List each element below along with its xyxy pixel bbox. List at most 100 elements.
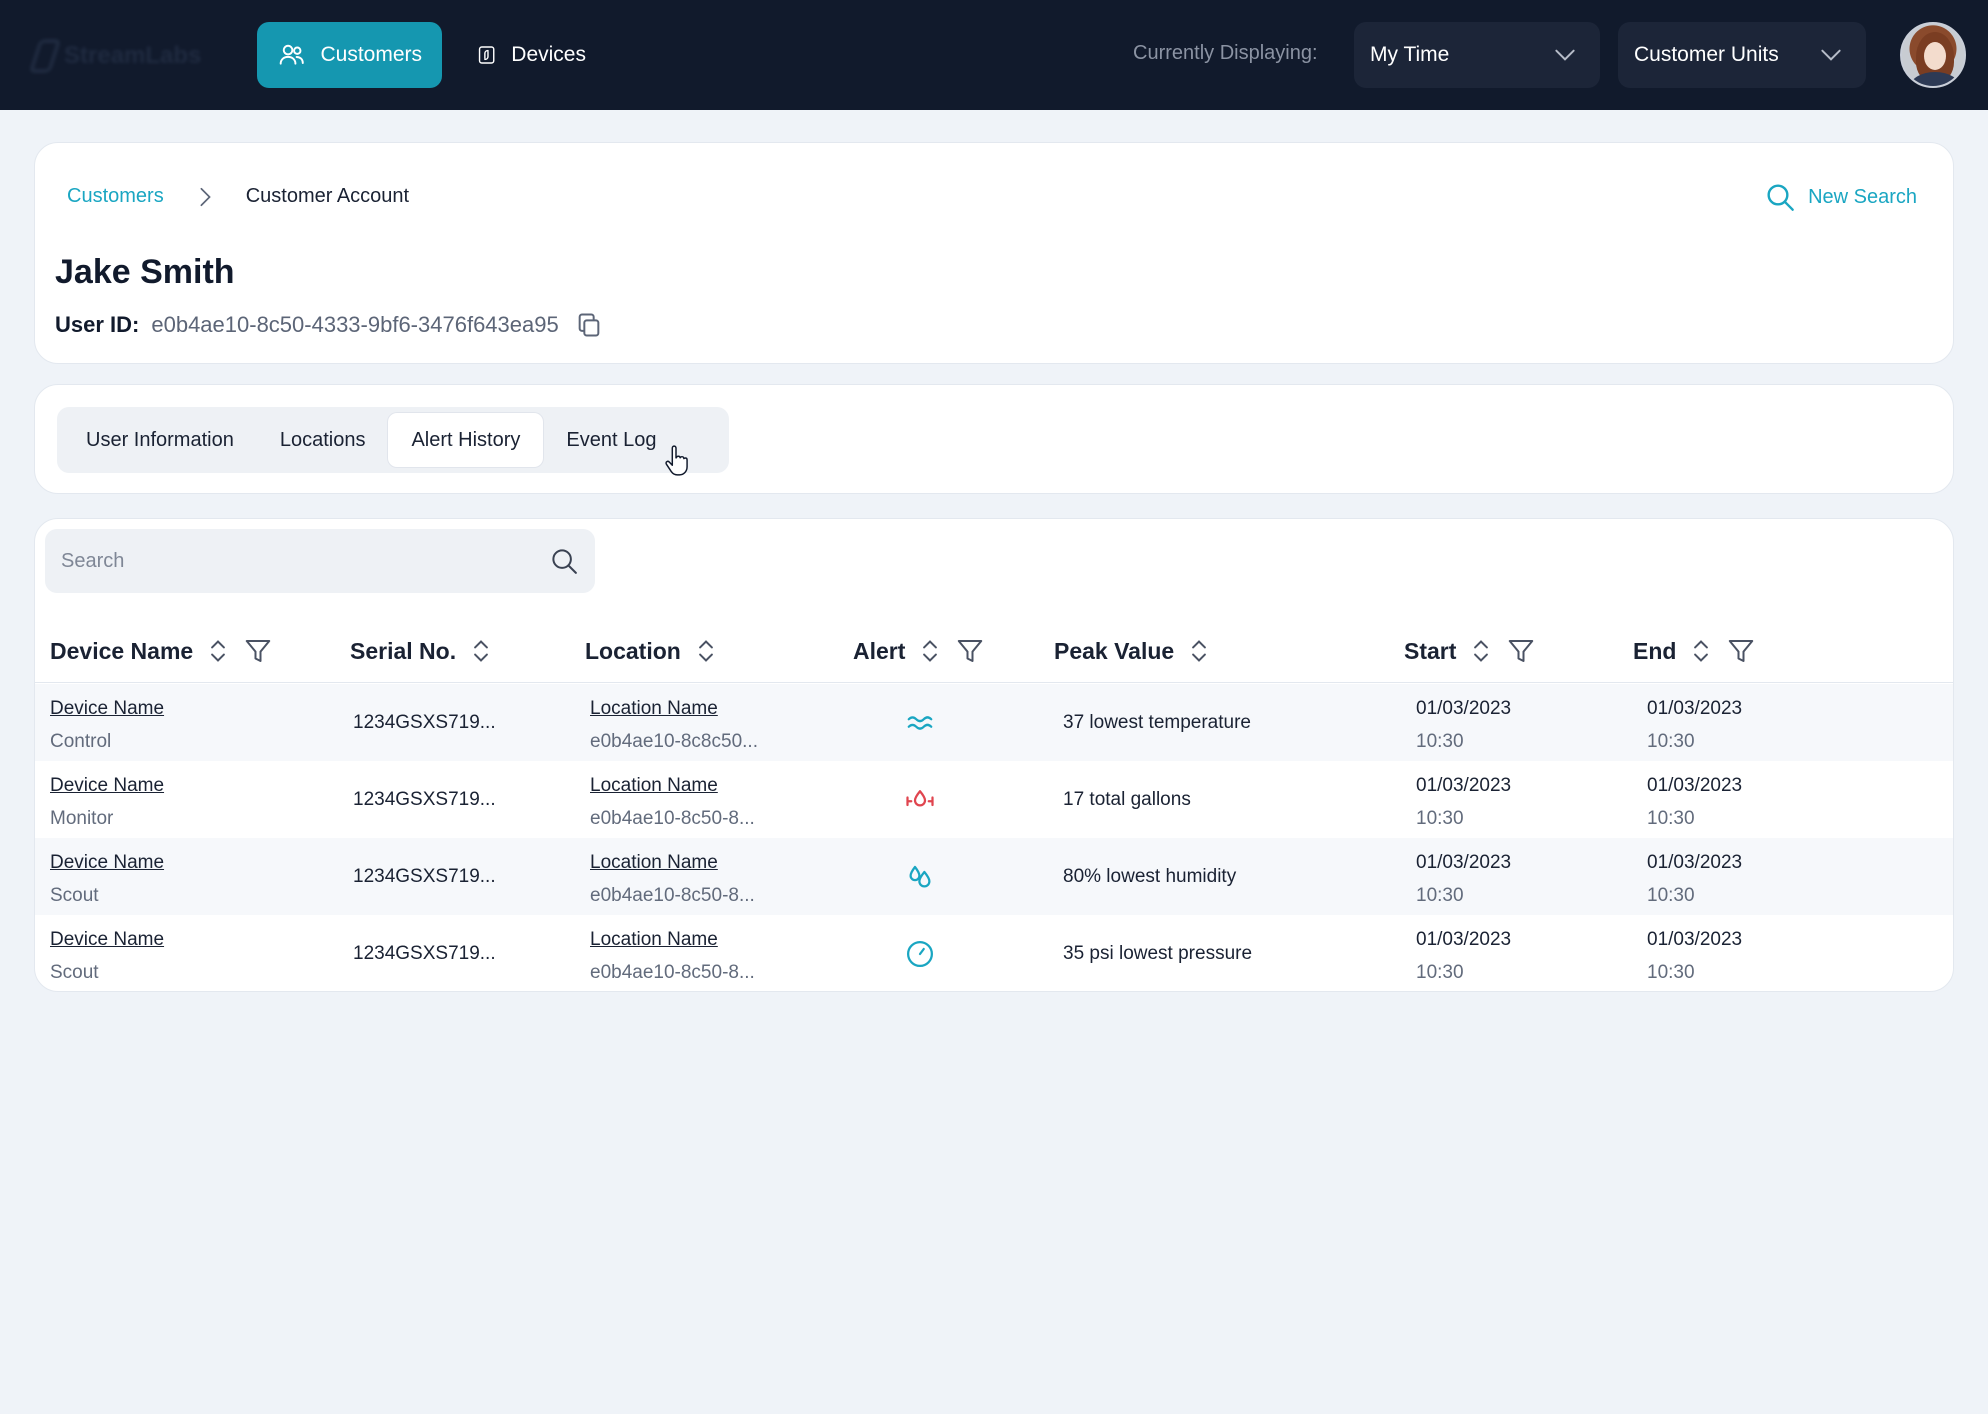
location-cell: Location Name e0b4ae10-8c50-8... bbox=[590, 769, 755, 835]
table-header-row: Device Name Serial No. Location Alert Pe… bbox=[35, 619, 1953, 683]
breadcrumb-current: Customer Account bbox=[245, 185, 410, 207]
start-date: 01/03/2023 bbox=[1416, 852, 1512, 873]
peak-value-cell: 80% lowest humidity bbox=[1063, 865, 1237, 887]
units-select-value: Customer Units bbox=[1634, 43, 1779, 66]
sort-icon[interactable] bbox=[470, 638, 492, 664]
filter-icon[interactable] bbox=[1506, 636, 1536, 666]
column-header-start: Start bbox=[1404, 619, 1536, 683]
table-row: Device Name Scout 1234GSXS719... Locatio… bbox=[35, 915, 1953, 991]
serial-cell: 1234GSXS719... bbox=[353, 865, 496, 887]
location-name-link[interactable]: Location Name bbox=[590, 923, 755, 956]
tab-locations[interactable]: Locations bbox=[257, 413, 389, 467]
column-header-label: Start bbox=[1404, 637, 1457, 664]
time-select[interactable]: My Time bbox=[1354, 22, 1600, 88]
device-type: Scout bbox=[50, 885, 99, 906]
device-type: Scout bbox=[50, 962, 99, 983]
hand-cursor-icon bbox=[665, 445, 688, 476]
filter-icon[interactable] bbox=[1726, 636, 1756, 666]
column-header-label: End bbox=[1633, 637, 1677, 664]
user-id-row: User ID: e0b4ae10-8c50-4333-9bf6-3476f64… bbox=[55, 311, 603, 339]
end-date: 01/03/2023 bbox=[1647, 775, 1743, 796]
tab-user-information[interactable]: User Information bbox=[63, 413, 257, 467]
start-date: 01/03/2023 bbox=[1416, 775, 1512, 796]
sort-icon[interactable] bbox=[1470, 638, 1492, 664]
device-cell: Device Name Scout bbox=[50, 923, 164, 989]
end-cell: 01/03/2023 10:30 bbox=[1647, 923, 1742, 989]
tab-event-log[interactable]: Event Log bbox=[543, 413, 679, 467]
end-cell: 01/03/2023 10:30 bbox=[1647, 846, 1742, 912]
nav-customers-button[interactable]: Customers bbox=[257, 22, 442, 88]
units-select[interactable]: Customer Units bbox=[1618, 22, 1866, 88]
column-header-label: Alert bbox=[853, 637, 906, 664]
column-header-label: Peak Value bbox=[1054, 637, 1175, 664]
top-navigation-bar: StreamLabs Customers Devices Currently D… bbox=[0, 0, 1988, 110]
start-time: 10:30 bbox=[1416, 962, 1464, 983]
sort-icon[interactable] bbox=[919, 638, 941, 664]
humidity-icon bbox=[909, 865, 931, 888]
time-select-value: My Time bbox=[1370, 43, 1450, 66]
location-id: e0b4ae10-8c50-8... bbox=[590, 885, 755, 906]
filter-icon[interactable] bbox=[243, 636, 273, 666]
table-search-input[interactable] bbox=[61, 549, 521, 573]
temperature-icon bbox=[907, 716, 933, 730]
users-icon bbox=[279, 44, 304, 65]
new-search-label: New Search bbox=[1808, 185, 1917, 208]
end-time: 10:30 bbox=[1647, 885, 1695, 906]
device-name-link[interactable]: Device Name bbox=[50, 692, 164, 725]
user-avatar[interactable] bbox=[1900, 22, 1966, 88]
device-name-link[interactable]: Device Name bbox=[50, 923, 164, 956]
start-cell: 01/03/2023 10:30 bbox=[1416, 692, 1511, 758]
logo-mark bbox=[28, 39, 62, 73]
end-time: 10:30 bbox=[1647, 808, 1695, 829]
chevron-right-icon bbox=[194, 186, 216, 208]
sort-icon[interactable] bbox=[207, 638, 229, 664]
peak-value-cell: 37 lowest temperature bbox=[1063, 711, 1251, 733]
location-name-link[interactable]: Location Name bbox=[590, 769, 755, 802]
end-time: 10:30 bbox=[1647, 962, 1695, 983]
location-cell: Location Name e0b4ae10-8c8c50... bbox=[590, 692, 758, 758]
start-date: 01/03/2023 bbox=[1416, 698, 1512, 719]
device-name-link[interactable]: Device Name bbox=[50, 846, 164, 879]
location-cell: Location Name e0b4ae10-8c50-8... bbox=[590, 846, 755, 912]
start-cell: 01/03/2023 10:30 bbox=[1416, 846, 1511, 912]
sort-icon[interactable] bbox=[1188, 638, 1210, 664]
water-flow-icon bbox=[906, 790, 934, 807]
sort-icon[interactable] bbox=[1690, 638, 1712, 664]
breadcrumb: Customers Customer Account bbox=[67, 185, 409, 208]
tab-alert-history[interactable]: Alert History bbox=[388, 413, 544, 467]
customer-header-card: Customers Customer Account New Search Ja… bbox=[34, 142, 1954, 364]
sort-icon[interactable] bbox=[695, 638, 717, 664]
device-name-link[interactable]: Device Name bbox=[50, 769, 164, 802]
column-header-peak-value: Peak Value bbox=[1054, 619, 1210, 683]
device-type: Monitor bbox=[50, 808, 114, 829]
serial-cell: 1234GSXS719... bbox=[353, 711, 496, 733]
column-header-end: End bbox=[1633, 619, 1756, 683]
tabs-card: User Information Locations Alert History… bbox=[34, 384, 1954, 494]
filter-icon[interactable] bbox=[955, 636, 985, 666]
nav-devices-button[interactable]: Devices bbox=[456, 22, 606, 88]
nav-customers-label: Customers bbox=[320, 43, 422, 66]
new-search-button[interactable]: New Search bbox=[1764, 181, 1917, 213]
copy-icon[interactable] bbox=[575, 311, 603, 339]
column-header-device-name: Device Name bbox=[50, 619, 273, 683]
end-date: 01/03/2023 bbox=[1647, 698, 1743, 719]
search-icon[interactable] bbox=[549, 546, 579, 576]
currently-displaying-label: Currently Displaying: bbox=[1133, 42, 1318, 64]
device-type: Control bbox=[50, 731, 112, 752]
breadcrumb-customers-link[interactable]: Customers bbox=[67, 185, 164, 208]
location-id: e0b4ae10-8c50-8... bbox=[590, 808, 755, 829]
user-id-value: e0b4ae10-8c50-4333-9bf6-3476f643ea95 bbox=[151, 312, 559, 337]
location-name-link[interactable]: Location Name bbox=[590, 692, 758, 725]
device-cell: Device Name Control bbox=[50, 692, 164, 758]
start-time: 10:30 bbox=[1416, 731, 1464, 752]
table-row: Device Name Monitor 1234GSXS719... Locat… bbox=[35, 761, 1953, 838]
customer-name: Jake Smith bbox=[55, 253, 235, 291]
brand-logo[interactable]: StreamLabs bbox=[28, 36, 214, 76]
start-cell: 01/03/2023 10:30 bbox=[1416, 923, 1511, 989]
column-header-serial: Serial No. bbox=[350, 619, 492, 683]
table-row: Device Name Control 1234GSXS719... Locat… bbox=[35, 684, 1953, 761]
end-date: 01/03/2023 bbox=[1647, 852, 1743, 873]
location-name-link[interactable]: Location Name bbox=[590, 846, 755, 879]
table-search-box bbox=[45, 529, 595, 593]
alert-history-table-card: Device Name Serial No. Location Alert Pe… bbox=[34, 518, 1954, 992]
